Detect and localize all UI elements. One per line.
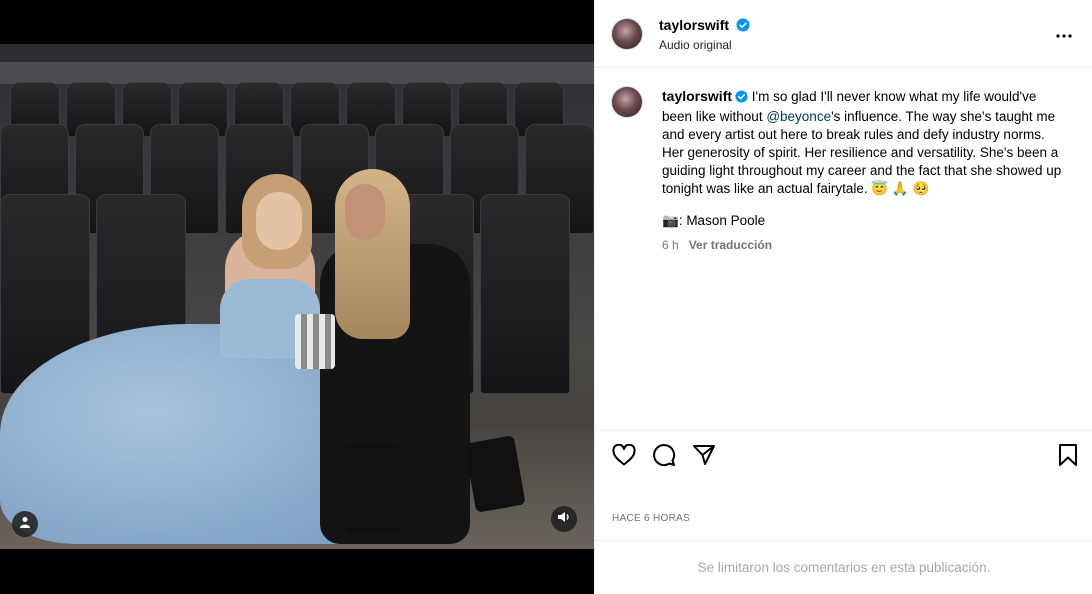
comment-icon <box>652 443 676 472</box>
caption: taylorswift I'm so glad I'll never know … <box>662 87 1062 198</box>
camera-icon: 📷 <box>662 213 679 228</box>
user-tag-icon <box>19 515 31 533</box>
post-header: taylorswift Audio original <box>595 0 1092 68</box>
post-detail-panel: taylorswift Audio original taylorswift I… <box>594 0 1092 594</box>
like-button[interactable] <box>611 443 637 471</box>
popcorn-bucket <box>295 314 335 369</box>
photo-credit: 📷: Mason Poole <box>662 213 765 229</box>
tagged-users-button[interactable] <box>12 511 38 537</box>
post-video[interactable] <box>0 44 594 549</box>
caption-username[interactable]: taylorswift <box>662 88 732 104</box>
audio-toggle-button[interactable] <box>551 506 577 532</box>
caption-section: taylorswift I'm so glad I'll never know … <box>595 68 1092 430</box>
send-icon <box>692 444 716 471</box>
heart-icon <box>612 443 636 471</box>
credit-text: : Mason Poole <box>678 213 766 228</box>
audio-label[interactable]: Audio original <box>659 38 732 52</box>
author-username[interactable]: taylorswift <box>659 17 729 33</box>
more-options-button[interactable] <box>1052 24 1076 44</box>
verified-badge-icon <box>735 90 748 108</box>
bookmark-icon <box>1058 443 1078 472</box>
translate-button[interactable]: Ver traducción <box>689 238 772 252</box>
comments-limited-notice: Se limitaron los comentarios en esta pub… <box>595 540 1092 594</box>
mention-link[interactable]: @beyonce <box>766 109 831 124</box>
speaker-icon <box>557 510 571 528</box>
post-age: 6 h <box>662 238 679 252</box>
comment-button[interactable] <box>651 443 677 472</box>
share-button[interactable] <box>691 444 717 470</box>
verified-badge-icon <box>736 18 750 37</box>
action-bar: HACE 6 HORAS <box>595 430 1092 540</box>
caption-meta: 6 h Ver traducción <box>662 238 772 252</box>
save-button[interactable] <box>1055 443 1081 472</box>
caption-avatar[interactable] <box>611 86 643 118</box>
caption-emojis: 😇 🙏 🥺 <box>871 181 930 196</box>
more-options-icon <box>1056 25 1072 43</box>
post-timestamp[interactable]: HACE 6 HORAS <box>612 513 690 524</box>
avatar[interactable] <box>611 18 643 50</box>
post-media <box>0 0 594 594</box>
